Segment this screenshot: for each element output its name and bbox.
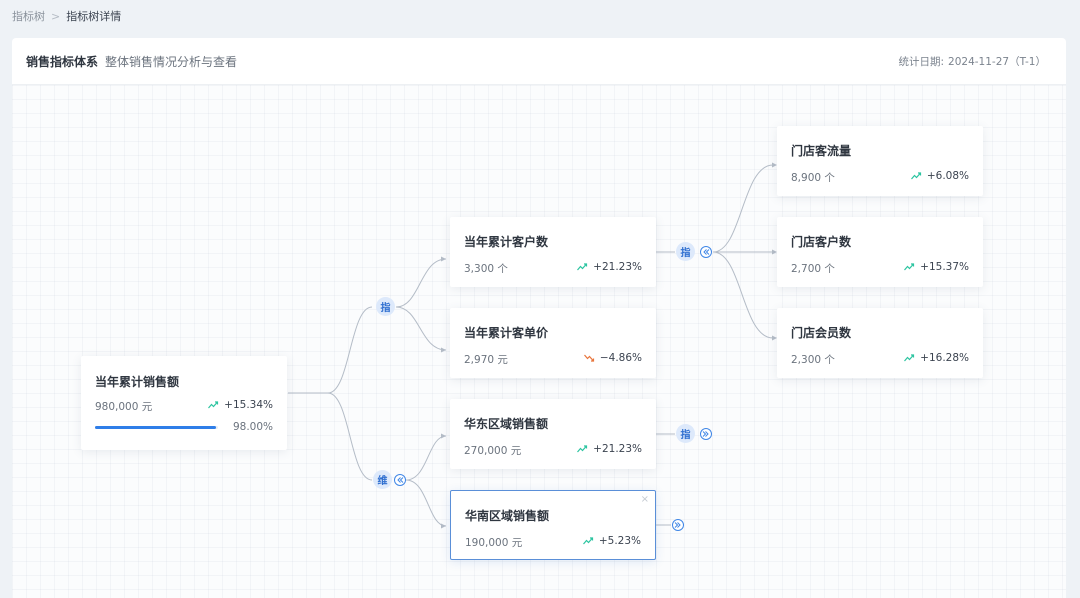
node-change: +16.28% (904, 352, 969, 364)
node-change: +15.37% (904, 261, 969, 273)
node-change: +21.23% (577, 261, 642, 273)
node-change-value: +21.23% (593, 443, 642, 455)
node-value: 270,000 元 (464, 445, 522, 457)
node-change: +21.23% (577, 443, 642, 455)
node-value: 2,700 个 (791, 263, 835, 275)
trend-up-icon (582, 537, 593, 545)
node-name: 华东区域销售额 (464, 417, 549, 431)
node-name: 当年累计销售额 (95, 375, 180, 389)
collapse-icon[interactable] (700, 246, 712, 258)
trend-up-icon (577, 263, 588, 271)
node-name: 门店客户数 (791, 235, 852, 249)
expand-icon[interactable] (700, 428, 712, 440)
trend-up-icon (577, 445, 588, 453)
node-name: 华南区域销售额 (465, 509, 550, 523)
node-value: 3,300 个 (464, 263, 508, 275)
node-value: 2,970 元 (464, 354, 508, 366)
indicator-badge[interactable]: 指 (676, 424, 695, 443)
node-change-value: +5.23% (598, 535, 641, 547)
node-value: 190,000 元 (465, 537, 523, 549)
stat-date-label: 统计日期: (898, 56, 945, 68)
trend-up-icon (208, 401, 219, 409)
node-card-east[interactable]: 华东区域销售额 270,000 元 +21.23% (450, 399, 656, 469)
node-name: 当年累计客单价 (464, 326, 549, 340)
node-card-store-customers[interactable]: 门店客户数 2,700 个 +15.37% (777, 217, 983, 287)
breadcrumb: 指标树 > 指标树详情 (12, 8, 121, 24)
node-value: 2,300 个 (791, 354, 835, 366)
chevron-right-icon: > (51, 9, 61, 23)
trend-down-icon (583, 354, 594, 362)
node-change-value: +16.28% (920, 352, 969, 364)
page-subtitle: 整体销售情况分析与查看 (105, 55, 238, 69)
node-change: −4.86% (583, 352, 642, 364)
node-change: +15.34% (208, 399, 273, 411)
node-change: +5.23% (582, 535, 641, 547)
progress-bar (95, 426, 218, 429)
node-change-value: −4.86% (599, 352, 642, 364)
node-card-unit-price[interactable]: 当年累计客单价 2,970 元 −4.86% (450, 308, 656, 378)
node-card-root[interactable]: 当年累计销售额 980,000 元 +15.34% 98.00% (81, 356, 287, 450)
breadcrumb-parent[interactable]: 指标树 (12, 8, 45, 24)
progress-fill (95, 426, 216, 429)
trend-up-icon (910, 172, 921, 180)
breadcrumb-current: 指标树详情 (66, 10, 122, 23)
trend-up-icon (904, 263, 915, 271)
node-change-value: +21.23% (593, 261, 642, 273)
close-icon[interactable]: × (641, 494, 649, 505)
node-value: 8,900 个 (791, 172, 835, 184)
node-change-value: +15.34% (224, 399, 273, 411)
node-name: 门店客流量 (791, 144, 852, 158)
indicator-badge[interactable]: 指 (676, 242, 695, 261)
trend-up-icon (904, 354, 915, 362)
node-change-value: +15.37% (920, 261, 969, 273)
node-card-traffic[interactable]: 门店客流量 8,900 个 +6.08% (777, 126, 983, 196)
indicator-badge[interactable]: 指 (376, 297, 395, 316)
node-value: 980,000 元 (95, 401, 153, 413)
node-card-members[interactable]: 门店会员数 2,300 个 +16.28% (777, 308, 983, 378)
stat-date-value: 2024-11-27（T-1） (948, 56, 1046, 68)
panel-header: 销售指标体系 整体销售情况分析与查看 统计日期: 2024-11-27（T-1） (12, 38, 1066, 85)
node-change: +6.08% (910, 170, 969, 182)
progress-text: 98.00% (232, 421, 273, 433)
node-change-value: +6.08% (926, 170, 969, 182)
expand-icon[interactable] (672, 519, 684, 531)
dimension-badge[interactable]: 维 (373, 470, 392, 489)
stat-date: 统计日期: 2024-11-27（T-1） (899, 54, 1047, 69)
node-name: 门店会员数 (791, 326, 852, 340)
page-title: 销售指标体系 (26, 55, 99, 69)
node-card-south[interactable]: × 华南区域销售额 190,000 元 +5.23% (450, 490, 656, 560)
collapse-icon[interactable] (394, 474, 406, 486)
node-name: 当年累计客户数 (464, 235, 549, 249)
node-card-customers[interactable]: 当年累计客户数 3,300 个 +21.23% (450, 217, 656, 287)
